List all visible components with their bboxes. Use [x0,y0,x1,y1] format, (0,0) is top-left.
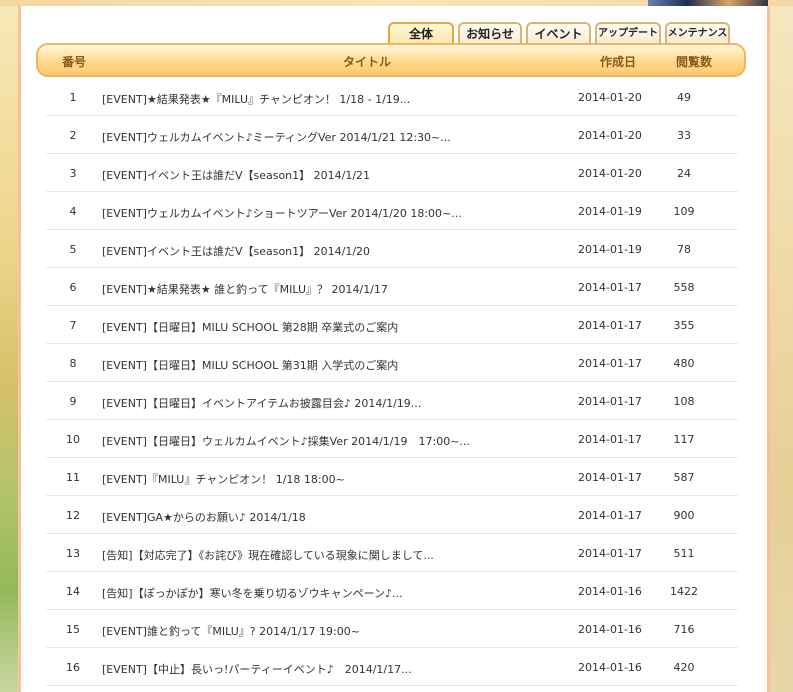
row-views: 108 [673,395,695,408]
row-date: 2014-01-17 [578,357,642,370]
row-views: 109 [673,205,695,218]
table-header: 番号 タイトル 作成日 閲覧数 [36,43,746,77]
row-number: 8 [69,357,77,370]
row-date: 2014-01-16 [578,661,642,674]
header-date: 作成日 [600,55,637,69]
table-row[interactable]: 16 [EVENT]【中止】長いっ!パーティーイベント♪ 2014/1/17...… [46,648,738,686]
row-number: 3 [69,167,77,180]
row-title-link[interactable]: [EVENT]【中止】長いっ!パーティーイベント♪ 2014/1/17... [102,661,412,677]
row-number: 7 [69,319,77,332]
table-row[interactable]: 15 [EVENT]誰と釣って『MILU』? 2014/1/17 19:00~ 20… [46,610,738,648]
row-views: 78 [677,243,691,256]
row-title-link[interactable]: [EVENT]【日曜日】MILU SCHOOL 第31期 入学式のご案内 [102,357,398,373]
table-row[interactable]: 1 [EVENT]★結果発表★『MILU』チャンピオン！ 1/18 - 1/19.… [46,78,738,116]
row-number: 10 [66,433,80,446]
table-row[interactable]: 14 [告知]【ぽっかぽか】寒い冬を乗り切るゾウキャンペーン♪... 2014-01… [46,572,738,610]
row-date: 2014-01-17 [578,319,642,332]
table-row[interactable]: 13 [告知]【対応完了】《お詫び》現在確認している現象に関しまして... 2014… [46,534,738,572]
row-number: 11 [66,471,80,484]
row-views: 49 [677,91,691,104]
table-row[interactable]: 2 [EVENT]ウェルカムイベント♪ミーティングVer 2014/1/21 12… [46,116,738,154]
row-date: 2014-01-17 [578,395,642,408]
row-number: 4 [69,205,77,218]
row-date: 2014-01-17 [578,433,642,446]
row-views: 117 [673,433,695,446]
row-views: 900 [673,509,695,522]
row-title-link[interactable]: [EVENT]【日曜日】MILU SCHOOL 第28期 卒業式のご案内 [102,319,398,335]
row-number: 13 [66,547,80,560]
row-date: 2014-01-19 [578,205,642,218]
row-views: 511 [673,547,695,560]
row-views: 716 [673,623,695,636]
tab-maintenance[interactable]: メンテナンス [665,22,730,44]
tab-all[interactable]: 全体 [388,22,454,44]
row-title-link[interactable]: [EVENT]★結果発表★『MILU』チャンピオン！ 1/18 - 1/19..… [102,91,410,107]
row-views: 480 [673,357,695,370]
row-title-link[interactable]: [EVENT]ウェルカムイベント♪ミーティングVer 2014/1/21 12:… [102,129,451,145]
row-date: 2014-01-17 [578,471,642,484]
row-number: 1 [69,91,77,104]
row-date: 2014-01-17 [578,547,642,560]
row-number: 5 [69,243,77,256]
table-row[interactable]: 9 [EVENT]【日曜日】イベントアイテムお披露目会♪ 2014/1/19...… [46,382,738,420]
table-row[interactable]: 6 [EVENT]★結果発表★ 誰と釣って『MILU』？ 2014/1/17 201… [46,268,738,306]
row-title-link[interactable]: [EVENT]ウェルカムイベント♪ショートツアーVer 2014/1/20 18… [102,205,462,221]
table-row[interactable]: 7 [EVENT]【日曜日】MILU SCHOOL 第28期 卒業式のご案内 201… [46,306,738,344]
row-date: 2014-01-16 [578,585,642,598]
row-number: 16 [66,661,80,674]
row-date: 2014-01-20 [578,129,642,142]
row-date: 2014-01-20 [578,167,642,180]
row-views: 558 [673,281,695,294]
row-views: 355 [673,319,695,332]
row-title-link[interactable]: [EVENT]誰と釣って『MILU』? 2014/1/17 19:00~ [102,623,360,639]
row-views: 1422 [670,585,698,598]
table-row[interactable]: 5 [EVENT]イベント王は誰だV【season1】 2014/1/20 2014… [46,230,738,268]
header-views: 閲覧数 [676,55,713,69]
header-number: 番号 [62,55,87,69]
row-number: 14 [66,585,80,598]
row-date: 2014-01-19 [578,243,642,256]
row-number: 6 [69,281,77,294]
header-title: タイトル [343,55,392,69]
row-views: 420 [673,661,695,674]
row-views: 587 [673,471,695,484]
row-number: 9 [69,395,77,408]
row-title-link[interactable]: [EVENT]イベント王は誰だV【season1】 2014/1/20 [102,243,370,259]
row-title-link[interactable]: [EVENT]イベント王は誰だV【season1】 2014/1/21 [102,167,370,183]
row-title-link[interactable]: [EVENT]★結果発表★ 誰と釣って『MILU』？ 2014/1/17 [102,281,388,297]
table-row[interactable]: 3 [EVENT]イベント王は誰だV【season1】 2014/1/21 2014… [46,154,738,192]
row-title-link[interactable]: [EVENT]『MILU』チャンピオン！ 1/18 18:00~ [102,471,345,487]
table-row[interactable]: 8 [EVENT]【日曜日】MILU SCHOOL 第31期 入学式のご案内 201… [46,344,738,382]
table-row[interactable]: 11 [EVENT]『MILU』チャンピオン！ 1/18 18:00~ 2014-0… [46,458,738,496]
row-title-link[interactable]: [告知]【対応完了】《お詫び》現在確認している現象に関しまして... [102,547,434,563]
table-row[interactable]: 12 [EVENT]GA★からのお願い♪ 2014/1/18 2014-01-17 9… [46,496,738,534]
row-number: 2 [69,129,77,142]
post-list: 1 [EVENT]★結果発表★『MILU』チャンピオン！ 1/18 - 1/19.… [46,78,738,686]
row-date: 2014-01-16 [578,623,642,636]
row-title-link[interactable]: [告知]【ぽっかぽか】寒い冬を乗り切るゾウキャンペーン♪... [102,585,403,601]
row-views: 24 [677,167,691,180]
row-date: 2014-01-20 [578,91,642,104]
row-number: 12 [66,509,80,522]
table-row[interactable]: 4 [EVENT]ウェルカムイベント♪ショートツアーVer 2014/1/20 1… [46,192,738,230]
tab-event[interactable]: イベント [526,22,591,44]
tab-update[interactable]: アップデート [595,22,661,44]
row-title-link[interactable]: [EVENT]【日曜日】ウェルカムイベント♪採集Ver 2014/1/19 17… [102,433,470,449]
tab-news[interactable]: お知らせ [458,22,522,44]
row-date: 2014-01-17 [578,281,642,294]
row-date: 2014-01-17 [578,509,642,522]
row-title-link[interactable]: [EVENT]【日曜日】イベントアイテムお披露目会♪ 2014/1/19... [102,395,421,411]
row-views: 33 [677,129,691,142]
row-title-link[interactable]: [EVENT]GA★からのお願い♪ 2014/1/18 [102,509,306,525]
row-number: 15 [66,623,80,636]
table-row[interactable]: 10 [EVENT]【日曜日】ウェルカムイベント♪採集Ver 2014/1/19 … [46,420,738,458]
